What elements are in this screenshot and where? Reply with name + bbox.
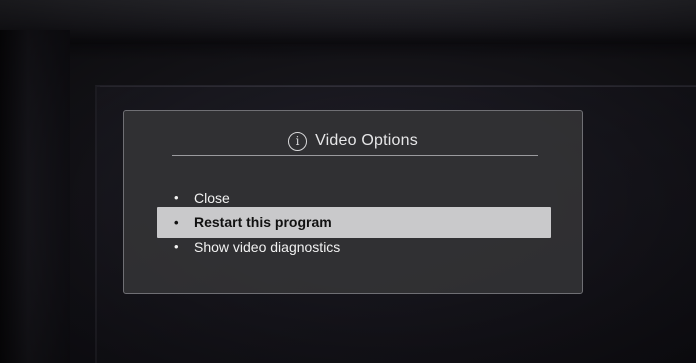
dialog-header: i Video Options (124, 129, 582, 153)
options-menu: Close Restart this program Show video di… (157, 183, 551, 262)
menu-item-show-video-diagnostics[interactable]: Show video diagnostics (157, 232, 551, 262)
header-divider (172, 155, 538, 156)
info-icon: i (288, 131, 308, 151)
dialog-title: Video Options (315, 132, 418, 149)
video-options-dialog: i Video Options Close Restart this progr… (123, 110, 583, 294)
